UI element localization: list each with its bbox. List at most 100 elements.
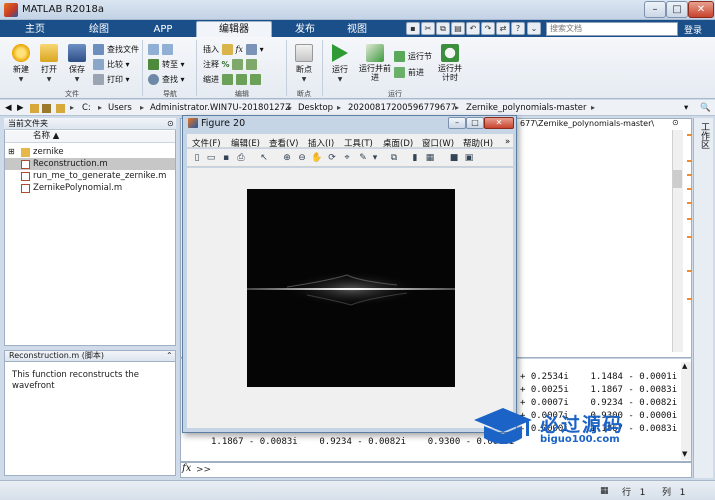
tab-apps[interactable]: APP (132, 22, 194, 37)
comment-button[interactable]: 注释 % (203, 58, 260, 70)
search-path-icon[interactable]: 🔍 (700, 103, 711, 113)
save-figure-icon[interactable]: ▪ (220, 152, 232, 164)
colorbar-icon[interactable]: ▮ (409, 152, 421, 164)
tab-home[interactable]: 主页 (4, 22, 66, 37)
menu-insert[interactable]: 插入(I) (308, 137, 334, 149)
code-analyzer-mark[interactable] (687, 188, 692, 190)
pointer-icon[interactable]: ↖ (258, 152, 270, 164)
new-button[interactable]: 新建 ▼ (8, 44, 34, 83)
code-analyzer-mark[interactable] (687, 218, 692, 220)
link-plot-icon[interactable]: ⧉ (388, 152, 400, 164)
data-cursor-icon[interactable]: ⌖ (341, 152, 353, 164)
menu-overflow[interactable]: » (505, 137, 510, 147)
figure-close-button[interactable]: ✕ (484, 117, 514, 129)
copy-quick-icon[interactable]: ⧉ (436, 22, 450, 35)
back-arrow-icon[interactable]: ◀ (5, 103, 12, 113)
minimize-button[interactable]: – (644, 1, 666, 18)
workspace-label[interactable]: 工作区 (697, 122, 709, 149)
advance-button[interactable]: 前进 (394, 66, 424, 78)
code-analyzer-mark[interactable] (687, 236, 692, 238)
code-analyzer-mark[interactable] (687, 270, 692, 272)
menu-desktop[interactable]: 桌面(D) (383, 137, 413, 149)
find-button[interactable]: 查找 ▾ (148, 73, 185, 85)
nav-back-forward[interactable] (148, 43, 176, 55)
zoom-in-icon[interactable]: ⊕ (281, 152, 293, 164)
browse-folder-icon[interactable] (42, 104, 51, 113)
code-analyzer-mark[interactable] (687, 134, 692, 136)
breadcrumb-desktop[interactable]: Desktop (298, 103, 333, 113)
code-analyzer-mark[interactable] (687, 298, 692, 300)
search-documentation-input[interactable]: 搜索文档 (546, 22, 678, 36)
brush-dropdown-icon[interactable]: ▾ (369, 152, 381, 164)
file-column-header[interactable]: 名称 ▲ (5, 131, 175, 143)
menu-tools[interactable]: 工具(T) (344, 137, 373, 149)
save-quick-icon[interactable]: ▪ (406, 22, 420, 35)
run-button[interactable]: 运行 ▼ (326, 44, 354, 83)
run-section-button[interactable]: 运行节 (394, 50, 432, 62)
breakpoints-button[interactable]: 断点 ▼ (290, 44, 318, 83)
print-figure-icon[interactable]: ⎙ (235, 152, 247, 164)
legend-icon[interactable]: ▦ (424, 152, 436, 164)
code-analyzer-mark[interactable] (687, 174, 692, 176)
show-tools-icon[interactable]: ▣ (463, 152, 475, 164)
goto-button[interactable]: 转至 ▾ (148, 58, 185, 70)
up-folder-icon[interactable] (30, 104, 39, 113)
redo-quick-icon[interactable]: ↷ (481, 22, 495, 35)
list-item[interactable]: ZernikePolynomial.m (5, 182, 175, 194)
code-analyzer-mark[interactable] (687, 160, 692, 162)
expand-quick-icon[interactable]: ⌄ (527, 22, 541, 35)
code-analyzer-mark[interactable] (687, 202, 692, 204)
scroll-up-icon[interactable]: ▲ (682, 362, 687, 370)
collapse-icon[interactable]: ⌃ (166, 351, 173, 360)
editor-scrollbar[interactable] (672, 130, 683, 352)
expand-icon[interactable]: ⊞ (8, 146, 15, 158)
zoom-out-icon[interactable]: ⊖ (296, 152, 308, 164)
find-files-button[interactable]: 查找文件 (93, 43, 139, 55)
cut-quick-icon[interactable]: ✂ (421, 22, 435, 35)
list-item[interactable]: Reconstruction.m (5, 158, 175, 170)
help-quick-icon[interactable]: ? (511, 22, 525, 35)
rotate-3d-icon[interactable]: ⟳ (326, 152, 338, 164)
editor-close-icon[interactable]: ⊙ (672, 118, 679, 127)
run-advance-button[interactable]: 运行并前进 (359, 44, 391, 82)
fx-icon[interactable]: fx (182, 463, 191, 474)
list-item[interactable]: run_me_to_generate_zernike.m (5, 170, 175, 182)
maximize-button[interactable]: □ (666, 1, 688, 18)
pan-hand-icon[interactable]: ✋ (311, 152, 323, 164)
switch-window-icon[interactable]: ⇄ (496, 22, 510, 35)
breadcrumb-users[interactable]: Users (108, 103, 132, 113)
workspace-panel[interactable] (693, 118, 713, 478)
editor-scroll-thumb[interactable] (673, 170, 682, 188)
brush-icon[interactable]: ✎ (357, 152, 369, 164)
breadcrumb-admin[interactable]: Administrator.WIN7U-20180127Z (150, 103, 291, 113)
print-button[interactable]: 打印 ▾ (93, 73, 130, 85)
menu-edit[interactable]: 编辑(E) (231, 137, 260, 149)
figure-minimize-button[interactable]: – (448, 117, 466, 129)
command-scrollbar[interactable] (681, 362, 691, 460)
command-prompt-line[interactable] (180, 462, 692, 478)
path-dropdown-icon[interactable]: ▾ (684, 103, 688, 113)
login-link[interactable]: 登录 (684, 23, 702, 36)
breadcrumb-drive[interactable]: C: (82, 103, 91, 113)
undo-quick-icon[interactable]: ↶ (466, 22, 480, 35)
paste-quick-icon[interactable]: ▤ (451, 22, 465, 35)
save-button[interactable]: 保存 ▼ (64, 44, 90, 83)
menu-window[interactable]: 窗口(W) (422, 137, 454, 149)
fx-icon[interactable]: fx (236, 45, 243, 54)
open-file-icon[interactable]: ▭ (205, 152, 217, 164)
figure-maximize-button[interactable]: □ (466, 117, 484, 129)
hide-tools-icon[interactable]: ■ (448, 152, 460, 164)
tab-view[interactable]: 视图 (326, 22, 388, 37)
forward-arrow-icon[interactable]: ▶ (17, 103, 24, 113)
open-button[interactable]: 打开 ▼ (36, 44, 62, 83)
tab-plots[interactable]: 绘图 (68, 22, 130, 37)
insert-button[interactable]: 插入 fx ▾ (203, 43, 264, 55)
compare-button[interactable]: 比较 ▾ (93, 58, 130, 70)
panel-menu-icon[interactable]: ⊙ (167, 119, 174, 128)
menu-help[interactable]: 帮助(H) (463, 137, 493, 149)
tab-editor[interactable]: 编辑器 (196, 21, 272, 37)
run-and-time-button[interactable]: 运行并计时 (435, 44, 465, 82)
indent-button[interactable]: 缩进 (203, 73, 264, 85)
scroll-down-icon[interactable]: ▼ (682, 450, 687, 458)
breadcrumb-folder[interactable]: 20200817200596779677 (348, 103, 456, 113)
